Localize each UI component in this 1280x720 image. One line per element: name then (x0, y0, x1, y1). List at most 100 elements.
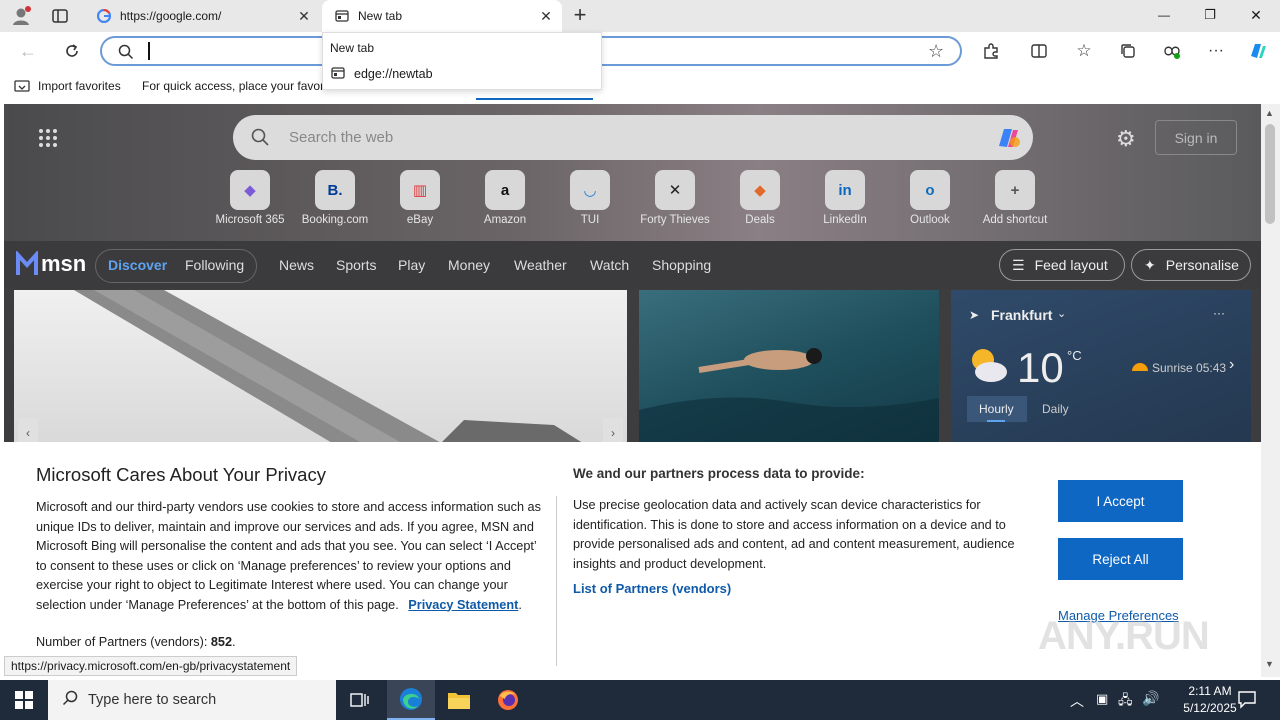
nav-discover[interactable]: Discover (108, 257, 167, 273)
nav-following[interactable]: Following (185, 257, 244, 273)
shortcut-tile[interactable]: ◆ Deals (715, 170, 805, 226)
reject-all-button[interactable]: Reject All (1058, 538, 1183, 580)
sign-in-button[interactable]: Sign in (1155, 120, 1237, 155)
favorites-bar: Import favorites For quick access, place… (0, 70, 1280, 102)
shortcut-label: eBay (406, 214, 434, 226)
toolbar: ← ☆ ☆ ··· (0, 32, 1280, 70)
data-processing-body: Use precise geolocation data and activel… (573, 498, 1015, 571)
msn-logo[interactable]: msn (16, 251, 86, 277)
edge-taskbar-icon[interactable] (387, 680, 435, 720)
privacy-statement-link[interactable]: Privacy Statement (408, 598, 518, 612)
shortcut-tile[interactable]: + Add shortcut (970, 170, 1060, 226)
import-favorites-link[interactable]: Import favorites (38, 79, 121, 93)
nav-sports[interactable]: Sports (336, 257, 376, 273)
tab-google[interactable]: https://google.com/ ✕ (84, 0, 320, 32)
shortcut-icon: ▥ (400, 170, 440, 210)
volume-icon[interactable]: 🔊 (1142, 690, 1159, 707)
extensions-icon[interactable] (977, 37, 1005, 65)
copilot-search-icon[interactable] (993, 124, 1023, 155)
shortcut-tile[interactable]: ✕ Forty Thieves (630, 170, 720, 226)
taskbar-search[interactable]: Type here to search (48, 680, 336, 720)
shortcut-icon: + (995, 170, 1035, 210)
shortcut-label: Microsoft 365 (215, 214, 285, 226)
personalise-label: Personalise (1165, 257, 1239, 273)
weather-more-icon[interactable]: ··· (1213, 306, 1225, 320)
close-window-button[interactable]: ✕ (1240, 7, 1272, 24)
more-menu-icon[interactable]: ··· (1202, 37, 1230, 65)
refresh-icon[interactable] (58, 37, 86, 65)
weather-city[interactable]: Frankfurt (991, 307, 1052, 323)
nav-shopping[interactable]: Shopping (652, 257, 711, 273)
copilot-icon[interactable] (1244, 37, 1272, 65)
apps-grid-icon[interactable] (38, 128, 58, 151)
vertical-scrollbar[interactable]: ▲ ▼ (1261, 104, 1280, 677)
collections-icon[interactable] (1114, 37, 1142, 65)
personalise-button[interactable]: ✦ Personalise (1131, 249, 1251, 281)
address-input[interactable] (148, 42, 150, 60)
shortcut-label: Booking.com (301, 214, 369, 226)
web-search-box[interactable]: Search the web (233, 115, 1033, 160)
firefox-icon[interactable] (484, 680, 532, 720)
status-url-bubble: https://privacy.microsoft.com/en-gb/priv… (4, 656, 298, 676)
shortcut-tile[interactable]: ▥ eBay (375, 170, 465, 226)
shortcut-tile[interactable]: o Outlook (885, 170, 975, 226)
new-tab-button[interactable]: + (568, 2, 592, 30)
task-view-icon[interactable] (336, 680, 384, 720)
tab-daily[interactable]: Daily (1042, 402, 1069, 416)
privacy-body: Microsoft and our third-party vendors us… (36, 500, 541, 612)
feed-card-swimmer[interactable] (639, 290, 939, 450)
sliders-icon: ☰ (1012, 256, 1025, 273)
settings-gear-icon[interactable]: ⚙ (1116, 126, 1136, 152)
notifications-icon[interactable] (1237, 689, 1257, 712)
tray-chevron-icon[interactable]: ︿ (1070, 691, 1084, 711)
shortcut-icon: ◡ (570, 170, 610, 210)
scroll-thumb[interactable] (1265, 124, 1275, 224)
list-partners-link[interactable]: List of Partners (vendors) (573, 581, 731, 596)
close-tab-icon[interactable]: ✕ (538, 8, 554, 24)
shortcut-tile[interactable]: in LinkedIn (800, 170, 890, 226)
privacy-title: Microsoft Cares About Your Privacy (36, 464, 326, 485)
tray-device-icon[interactable]: ▣ (1096, 691, 1108, 707)
accept-button[interactable]: I Accept (1058, 480, 1183, 522)
profile-icon[interactable] (10, 5, 32, 27)
nav-weather[interactable]: Weather (514, 257, 567, 273)
weather-card[interactable]: ➤ Frankfurt ⌄ ··· 10 °C Sunrise 05:43 › … (951, 290, 1251, 450)
suggestion-item[interactable]: edge://newtab (323, 63, 601, 87)
tab-actions-icon[interactable] (50, 6, 70, 26)
favorites-icon[interactable]: ☆ (1070, 37, 1098, 65)
tab-new-tab[interactable]: New tab ✕ (322, 0, 562, 32)
shortcut-tile[interactable]: ◆ Microsoft 365 (205, 170, 295, 226)
sunrise-chevron-icon[interactable]: › (1229, 356, 1234, 374)
msn-logo-text: msn (41, 251, 87, 276)
back-icon[interactable]: ← (14, 37, 42, 65)
sunrise-icon (1131, 359, 1149, 374)
browser-essentials-icon[interactable] (1158, 37, 1186, 65)
web-search-input[interactable]: Search the web (289, 129, 393, 146)
restore-button[interactable]: ❐ (1194, 7, 1226, 23)
network-icon[interactable]: 🖧 (1118, 691, 1133, 713)
partly-cloudy-icon (965, 344, 1011, 389)
scroll-up-icon[interactable]: ▲ (1265, 108, 1274, 118)
address-suggestions-dropdown: New tab edge://newtab (322, 32, 602, 90)
nav-news[interactable]: News (279, 257, 314, 273)
shortcut-icon: in (825, 170, 865, 210)
nav-watch[interactable]: Watch (590, 257, 629, 273)
scroll-down-icon[interactable]: ▼ (1265, 659, 1274, 669)
split-screen-icon[interactable] (1025, 37, 1053, 65)
shortcut-tile[interactable]: B. Booking.com (290, 170, 380, 226)
shortcut-tile[interactable]: a Amazon (460, 170, 550, 226)
minimize-button[interactable]: — (1148, 8, 1180, 22)
feed-layout-label: Feed layout (1034, 257, 1108, 273)
favorite-star-icon[interactable]: ☆ (928, 41, 944, 62)
windows-start-icon[interactable] (0, 680, 48, 720)
feed-layout-button[interactable]: ☰ Feed layout (999, 249, 1125, 281)
chevron-down-icon: ⌄ (1057, 308, 1067, 320)
nav-money[interactable]: Money (448, 257, 490, 273)
close-tab-icon[interactable]: ✕ (296, 8, 312, 24)
file-explorer-icon[interactable] (435, 680, 483, 720)
nav-play[interactable]: Play (398, 257, 425, 273)
shortcut-tile[interactable]: ◡ TUI (545, 170, 635, 226)
weather-sunrise: Sunrise 05:43 (1152, 361, 1227, 375)
feed-card-main[interactable]: ‹ › (14, 290, 627, 450)
privacy-divider (556, 496, 557, 666)
